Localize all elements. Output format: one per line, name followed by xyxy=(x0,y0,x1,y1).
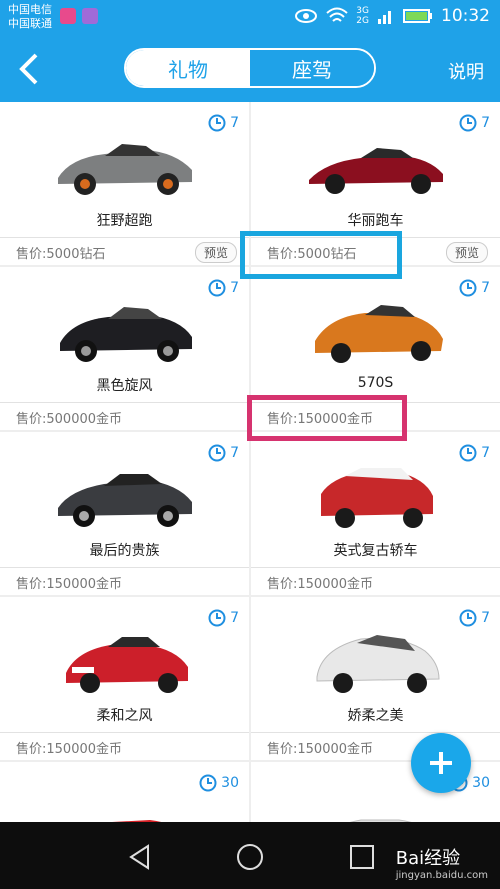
status-right: 3G 2G 10:32 xyxy=(294,6,490,26)
network-type: 3G 2G xyxy=(356,6,369,26)
image-notification-icon xyxy=(82,8,98,24)
price: 售价:5000钻石 xyxy=(16,247,106,262)
clock-icon xyxy=(199,774,217,792)
car-name: 狂野超跑 xyxy=(96,213,153,229)
car-image xyxy=(315,305,443,363)
vehicle-card[interactable]: 7 英式复古轿车 售价:150000金币 xyxy=(251,432,500,595)
watermark: Bai经验 jingyan.baidu.com xyxy=(395,848,488,881)
vehicle-card[interactable]: 7 狂野超跑 售价:5000钻石 预览 xyxy=(0,102,249,265)
price: 售价:500000金币 xyxy=(16,412,123,427)
duration-badge: 7 xyxy=(459,444,490,462)
duration-badge: 7 xyxy=(459,114,490,132)
clock-icon xyxy=(208,279,226,297)
price: 售价:150000金币 xyxy=(267,577,374,592)
price-row: 售价:150000金币 xyxy=(0,732,249,760)
app-notification-icon xyxy=(60,8,76,24)
clock-icon xyxy=(208,609,226,627)
tab-vehicles[interactable]: 座驾 xyxy=(250,50,374,86)
recents-square-icon[interactable] xyxy=(347,842,377,872)
highlight-box-blue xyxy=(240,231,402,279)
duration-badge: 7 xyxy=(459,609,490,627)
back-triangle-icon[interactable] xyxy=(125,842,155,872)
tab-gifts[interactable]: 礼物 xyxy=(126,50,250,86)
highlight-box-pink xyxy=(247,395,407,441)
clock-icon xyxy=(459,609,477,627)
home-circle-icon[interactable] xyxy=(235,842,265,872)
carrier-1: 中国电信 xyxy=(8,3,52,16)
car-image xyxy=(58,474,192,527)
price-row: 售价:150000金币 xyxy=(0,567,249,595)
add-button[interactable] xyxy=(411,733,471,793)
price-row: 售价:500000金币 xyxy=(0,402,249,430)
car-image xyxy=(321,468,433,528)
price: 售价:150000金币 xyxy=(267,742,374,757)
notification-icons xyxy=(60,8,98,24)
car-image xyxy=(309,148,443,194)
battery-icon xyxy=(403,9,432,23)
duration-badge: 7 xyxy=(208,609,239,627)
tab-segment: 礼物 座驾 xyxy=(124,48,376,88)
preview-button[interactable]: 预览 xyxy=(445,242,488,263)
car-name: 华丽跑车 xyxy=(347,213,404,229)
help-link[interactable]: 说明 xyxy=(448,58,484,84)
status-bar: 中国电信 中国联通 3G 2G 10:32 xyxy=(0,0,500,36)
price-row: 售价:5000钻石 预览 xyxy=(0,237,249,265)
clock: 10:32 xyxy=(441,6,490,26)
duration-badge: 7 xyxy=(459,279,490,297)
car-name: 英式复古轿车 xyxy=(333,543,418,559)
car-image xyxy=(112,820,162,822)
vehicle-card[interactable]: 7 娇柔之美 售价:150000金币 xyxy=(251,597,500,760)
duration-badge: 7 xyxy=(208,444,239,462)
clock-icon xyxy=(459,279,477,297)
vehicle-card[interactable]: 7 柔和之风 售价:150000金币 xyxy=(0,597,249,760)
clock-icon xyxy=(459,114,477,132)
vehicle-card[interactable]: 7 最后的贵族 售价:150000金币 xyxy=(0,432,249,595)
car-image xyxy=(60,307,192,362)
car-name: 柔和之风 xyxy=(96,708,153,724)
car-name: 570S xyxy=(357,375,394,391)
price-row: 售价:150000金币 xyxy=(251,567,500,595)
system-nav-bar: Bai经验 jingyan.baidu.com xyxy=(0,822,500,889)
car-image xyxy=(350,819,412,822)
carrier-labels: 中国电信 中国联通 xyxy=(8,3,52,31)
price: 售价:150000金币 xyxy=(16,577,123,592)
duration-badge: 7 xyxy=(208,279,239,297)
vehicle-card[interactable]: 7 黑色旋风 售价:500000金币 xyxy=(0,267,249,430)
wifi-icon xyxy=(326,7,348,22)
eye-icon xyxy=(295,9,318,23)
nav-bar: 礼物 座驾 说明 xyxy=(0,36,500,102)
duration-badge: 30 xyxy=(199,774,239,792)
clock-icon xyxy=(459,444,477,462)
car-name: 娇柔之美 xyxy=(347,708,404,724)
car-image xyxy=(316,635,440,693)
car-name: 最后的贵族 xyxy=(89,543,160,559)
car-image xyxy=(66,637,188,693)
duration-badge: 7 xyxy=(208,114,239,132)
back-arrow-icon[interactable] xyxy=(14,52,44,86)
clock-icon xyxy=(208,114,226,132)
signal-icon xyxy=(378,11,391,24)
price: 售价:150000金币 xyxy=(16,742,123,757)
vehicle-card[interactable]: 30 xyxy=(0,762,249,822)
carrier-2: 中国联通 xyxy=(8,17,52,30)
clock-icon xyxy=(208,444,226,462)
vehicle-grid: 7 狂野超跑 售价:5000钻石 预览 7 华丽跑车 售价:5000钻石 预览 … xyxy=(0,102,500,822)
car-image xyxy=(58,144,192,195)
preview-button[interactable]: 预览 xyxy=(194,242,237,263)
car-name: 黑色旋风 xyxy=(96,378,153,394)
